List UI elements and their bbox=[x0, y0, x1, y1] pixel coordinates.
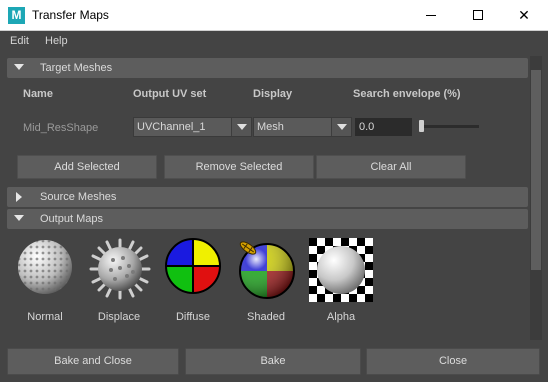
expand-arrow-icon bbox=[16, 192, 22, 202]
column-header-search-envelope: Search envelope (%) bbox=[353, 88, 461, 100]
bake-button[interactable]: Bake bbox=[185, 348, 361, 375]
column-header-display: Display bbox=[253, 88, 293, 100]
target-mesh-name: Mid_ResShape bbox=[23, 122, 99, 134]
maya-app-icon: M bbox=[8, 7, 25, 24]
minimize-button[interactable] bbox=[408, 0, 454, 31]
search-envelope-slider-track[interactable] bbox=[423, 125, 479, 128]
shaded-map-sphere-icon bbox=[239, 241, 295, 299]
add-selected-button[interactable]: Add Selected bbox=[17, 155, 157, 179]
close-button[interactable]: Close bbox=[366, 348, 540, 375]
close-icon: ✕ bbox=[518, 7, 530, 23]
alpha-map-label: Alpha bbox=[326, 311, 356, 323]
target-meshes-label: Target Meshes bbox=[40, 62, 113, 74]
search-envelope-slider-handle[interactable] bbox=[419, 120, 424, 132]
search-envelope-field[interactable]: 0.0 bbox=[355, 118, 412, 136]
title-bar: M Transfer Maps ✕ bbox=[0, 0, 548, 31]
source-meshes-label: Source Meshes bbox=[40, 191, 117, 203]
alpha-map-checker-icon bbox=[309, 238, 373, 302]
normal-map-sphere-icon bbox=[18, 240, 72, 294]
diffuse-map-label: Diffuse bbox=[175, 311, 211, 323]
display-dropdown[interactable]: Mesh bbox=[253, 117, 352, 137]
output-maps-header[interactable]: Output Maps bbox=[7, 209, 528, 229]
chevron-down-icon bbox=[337, 124, 347, 130]
menu-edit[interactable]: Edit bbox=[10, 35, 29, 47]
displace-map-sphere-icon bbox=[89, 238, 151, 300]
shaded-map-label: Shaded bbox=[247, 311, 285, 323]
source-meshes-header[interactable]: Source Meshes bbox=[7, 187, 528, 207]
chevron-down-icon bbox=[237, 124, 247, 130]
output-uv-set-value: UVChannel_1 bbox=[137, 121, 206, 133]
output-maps-label: Output Maps bbox=[40, 213, 103, 225]
remove-selected-button[interactable]: Remove Selected bbox=[164, 155, 314, 179]
vertical-scrollbar-thumb[interactable] bbox=[531, 70, 541, 270]
displace-map-label: Displace bbox=[97, 311, 141, 323]
column-header-name: Name bbox=[23, 88, 53, 100]
maximize-button[interactable] bbox=[455, 0, 501, 31]
display-value: Mesh bbox=[257, 121, 284, 133]
clear-all-button[interactable]: Clear All bbox=[316, 155, 466, 179]
collapse-arrow-icon bbox=[14, 64, 24, 70]
close-window-button[interactable]: ✕ bbox=[501, 0, 547, 31]
maximize-icon bbox=[473, 10, 483, 20]
normal-map-label: Normal bbox=[27, 311, 63, 323]
target-meshes-header[interactable]: Target Meshes bbox=[7, 58, 528, 78]
menu-help[interactable]: Help bbox=[45, 35, 68, 47]
minimize-icon bbox=[426, 15, 436, 16]
output-uv-set-dropdown[interactable]: UVChannel_1 bbox=[133, 117, 252, 137]
window-title: Transfer Maps bbox=[32, 8, 109, 22]
dropdown-arrow-button[interactable] bbox=[231, 118, 251, 136]
dropdown-arrow-button[interactable] bbox=[331, 118, 351, 136]
menu-bar: Edit Help bbox=[0, 31, 548, 52]
diffuse-map-sphere-icon bbox=[165, 238, 221, 294]
bake-and-close-button[interactable]: Bake and Close bbox=[7, 348, 179, 375]
column-header-output-uv-set: Output UV set bbox=[133, 88, 207, 100]
collapse-arrow-icon bbox=[14, 215, 24, 221]
